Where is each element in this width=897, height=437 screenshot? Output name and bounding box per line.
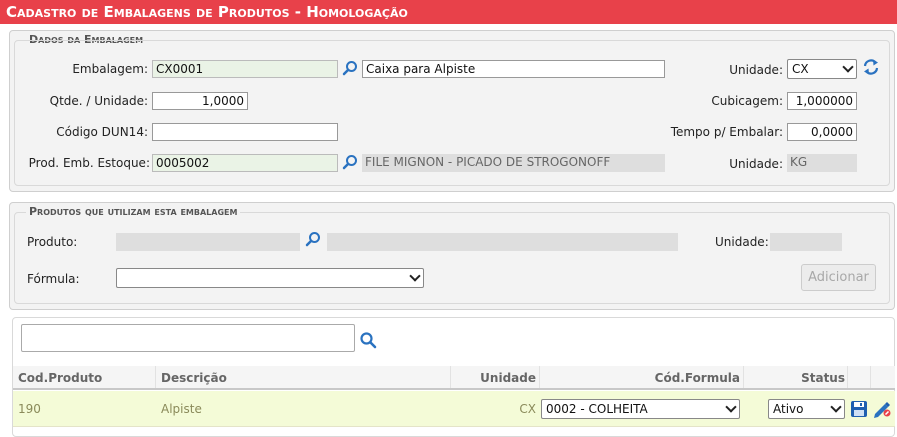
produto-desc-display <box>327 233 678 251</box>
chevron-down-icon <box>725 401 737 413</box>
row-unidade: CX <box>519 402 536 416</box>
grid-search-input[interactable] <box>21 324 355 352</box>
tempo-input[interactable] <box>787 123 857 141</box>
search-icon[interactable] <box>359 331 377 349</box>
grid-header-sep <box>155 366 156 388</box>
unidade2-label: Unidade: <box>729 157 783 171</box>
grid-header-sep <box>743 366 744 388</box>
prod-code-input[interactable] <box>152 154 338 172</box>
grid-header-sep <box>539 366 540 388</box>
dun14-label: Código DUN14: <box>56 125 148 139</box>
search-icon[interactable] <box>342 154 358 170</box>
adicionar-button[interactable]: Adicionar <box>801 264 876 291</box>
search-icon[interactable] <box>305 231 321 247</box>
prod-desc-display: FILE MIGNON - PICADO DE STROGONOFF <box>362 154 665 172</box>
produtos-fieldset <box>14 212 890 304</box>
chevron-down-icon <box>830 401 842 413</box>
qtde-label: Qtde. / Unidade: <box>49 94 148 108</box>
formula-label: Fórmula: <box>27 272 80 286</box>
prod-emb-label: Prod. Emb. Estoque: <box>28 156 150 170</box>
unidade-select[interactable]: CX <box>787 59 857 79</box>
col-cod-formula[interactable]: Cód.Formula <box>560 371 740 385</box>
row-formula-value: 0002 - COLHEITA <box>546 402 648 416</box>
unidade-label: Unidade: <box>729 63 783 77</box>
refresh-icon[interactable] <box>863 58 879 76</box>
dun14-input[interactable] <box>152 123 338 141</box>
row-status-value: Ativo <box>773 402 804 416</box>
row-formula-select[interactable]: 0002 - COLHEITA <box>541 399 740 419</box>
produto-unidade-label: Unidade: <box>715 235 769 249</box>
page-title: Cadastro de Embalagens de Produtos - Hom… <box>0 0 897 24</box>
row-status-select[interactable]: Ativo <box>768 399 845 419</box>
grid-header-sep <box>847 366 848 388</box>
row-descricao: Alpiste <box>161 402 202 416</box>
chevron-down-icon <box>409 270 421 282</box>
embalagem-code-input[interactable] <box>152 60 338 78</box>
qtde-input[interactable] <box>152 92 248 110</box>
cubicagem-label: Cubicagem: <box>711 94 783 108</box>
chevron-down-icon <box>842 61 854 73</box>
col-status[interactable]: Status <box>760 371 845 385</box>
unidade-select-value: CX <box>792 62 809 76</box>
col-unidade[interactable]: Unidade <box>450 371 536 385</box>
produtos-legend: Produtos que utilizam esta embalagem <box>26 205 241 218</box>
edit-icon[interactable] <box>872 400 892 418</box>
grid-header-sep <box>870 366 871 388</box>
cubicagem-input[interactable] <box>787 92 857 110</box>
produto-unidade-display <box>770 233 842 251</box>
produto-code-display <box>116 233 300 251</box>
tempo-label: Tempo p/ Embalar: <box>670 125 783 139</box>
embalagem-desc-input[interactable] <box>362 60 665 78</box>
table-row <box>13 391 895 427</box>
produto-label: Produto: <box>27 235 78 249</box>
col-descricao[interactable]: Descrição <box>161 371 227 385</box>
save-icon[interactable] <box>850 400 868 418</box>
search-icon[interactable] <box>342 60 358 76</box>
row-cod-produto: 190 <box>18 402 41 416</box>
embalagem-label: Embalagem: <box>72 62 148 76</box>
unidade2-display: KG <box>787 154 857 172</box>
col-cod-produto[interactable]: Cod.Produto <box>18 371 102 385</box>
formula-select[interactable] <box>116 268 424 288</box>
